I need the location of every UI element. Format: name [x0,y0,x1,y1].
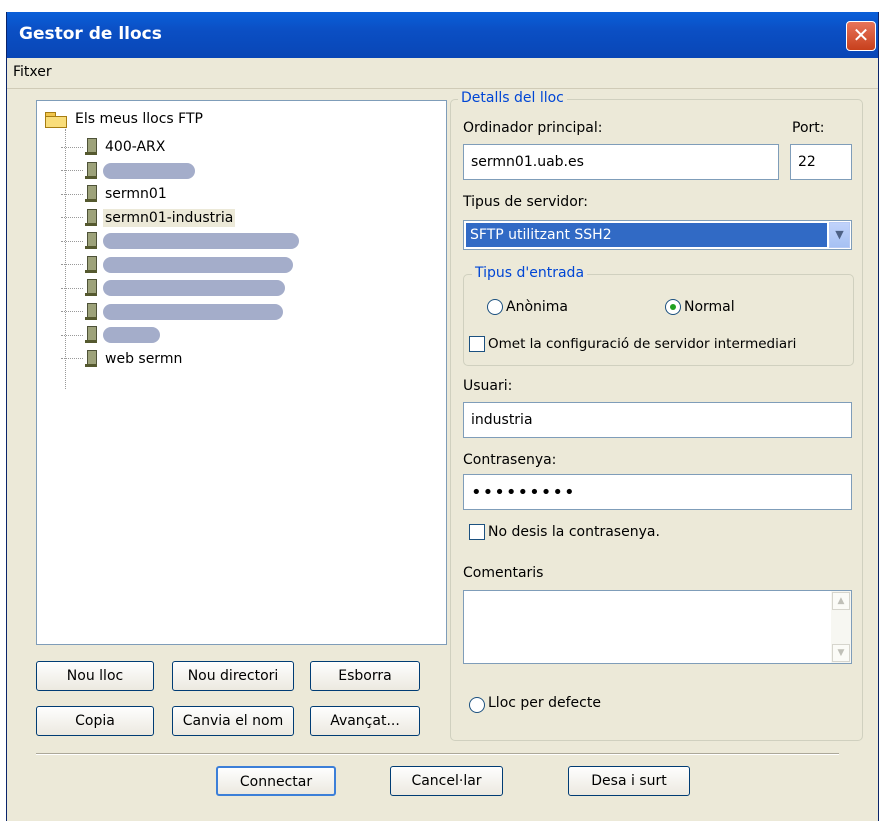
normal-radio[interactable] [665,299,681,315]
tree-connector [61,193,83,195]
tree-connector [61,311,83,312]
tree-root[interactable]: Els meus llocs FTP [45,110,205,128]
server-icon [85,279,97,297]
scroll-down-icon[interactable]: ▼ [832,644,850,662]
comments-textarea[interactable]: ▲ ▼ [463,590,852,664]
logon-type-legend: Tipus d'entrada [472,265,588,281]
tree-item[interactable] [61,159,195,183]
dont-save-password-checkbox[interactable] [469,524,485,540]
redacted-label [103,233,299,249]
tree-connector [61,170,83,171]
port-label: Port: [792,120,825,136]
save-exit-button[interactable]: Desa i surt [568,766,690,796]
scroll-up-icon[interactable]: ▲ [832,592,850,610]
site-tree[interactable]: Els meus llocs FTP 400-ARX sermn01 sermn01… [36,100,447,645]
tree-connector [61,264,83,265]
site-details-legend: Detalls del lloc [458,90,567,106]
server-icon [85,232,97,250]
port-input[interactable]: 22 [790,144,852,180]
rename-button[interactable]: Canvia el nom [172,706,294,736]
new-folder-button[interactable]: Nou directori [172,661,294,691]
user-label: Usuari: [463,378,513,394]
server-icon [85,138,97,156]
tree-item-label: sermn01-industria [103,208,236,227]
tree-item[interactable] [61,323,160,347]
title-bar[interactable]: Gestor de llocs ✕ [7,12,878,58]
menu-item-file[interactable]: Fitxer [13,64,52,80]
tree-connector [61,217,83,218]
server-icon [85,255,97,274]
tree-connector [61,358,83,359]
tree-item[interactable] [61,229,299,253]
server-icon [85,302,97,321]
tree-item-label: 400-ARX [105,139,166,155]
tree-item[interactable] [61,253,293,277]
server-type-label: Tipus de servidor: [463,194,588,210]
menu-bar: Fitxer [7,58,878,89]
password-input[interactable]: ••••••••• [463,474,852,510]
connect-button[interactable]: Connectar [216,766,336,796]
server-type-select[interactable]: SFTP utilitzant SSH2 ▼ [463,220,852,250]
folder-open-icon [45,111,67,128]
site-manager-window: Gestor de llocs ✕ Fitxer Els meus llocs … [6,12,879,821]
tree-item-label: web sermn [105,350,183,367]
tree-item[interactable] [61,276,285,300]
normal-label: Normal [684,299,735,315]
delete-button[interactable]: Esborra [310,661,420,691]
tree-root-label: Els meus llocs FTP [75,111,203,127]
tree-connector [61,240,83,242]
tree-item[interactable]: web sermn [61,347,184,371]
tree-item[interactable]: 400-ARX [61,135,167,159]
tree-item-label: sermn01 [105,186,167,202]
tree-item[interactable] [61,300,283,324]
redacted-label [103,256,293,273]
dont-save-password-label: No desis la contrasenya. [488,524,660,540]
password-label: Contrasenya: [463,452,557,468]
cancel-button[interactable]: Cancel·lar [390,766,503,796]
window-title: Gestor de llocs [19,24,162,44]
server-icon [85,161,97,180]
tree-connector [61,146,83,148]
tree-connector [61,287,83,289]
close-button[interactable]: ✕ [846,21,876,51]
tree-connector [61,334,83,336]
logon-type-group: Tipus d'entrada [463,265,854,366]
default-site-radio[interactable] [469,697,485,713]
user-input[interactable]: industria [463,402,852,438]
footer-separator [36,753,839,755]
server-icon [85,185,97,203]
bypass-proxy-checkbox[interactable] [469,336,485,352]
new-site-button[interactable]: Nou lloc [36,661,154,691]
chevron-down-icon[interactable]: ▼ [829,222,850,248]
copy-button[interactable]: Copia [36,706,154,736]
bypass-proxy-label: Omet la configuració de servidor interme… [488,336,797,352]
redacted-label [103,162,195,179]
host-input[interactable]: sermn01.uab.es [463,144,779,180]
redacted-label [103,303,283,320]
anonymous-radio[interactable] [487,299,503,315]
comments-scrollbar[interactable]: ▲ ▼ [831,591,851,663]
comments-label: Comentaris [463,565,544,581]
tree-item[interactable]: sermn01-industria [61,206,236,230]
server-icon [85,208,97,227]
server-icon [85,349,97,368]
host-label: Ordinador principal: [463,120,603,136]
tree-item[interactable]: sermn01 [61,182,169,206]
redacted-label [103,280,285,296]
anonymous-label: Anònima [506,299,568,315]
redacted-label [103,327,160,343]
advanced-button[interactable]: Avançat... [310,706,420,736]
server-icon [85,326,97,344]
default-site-label: Lloc per defecte [488,695,601,711]
server-type-value: SFTP utilitzant SSH2 [466,223,827,247]
